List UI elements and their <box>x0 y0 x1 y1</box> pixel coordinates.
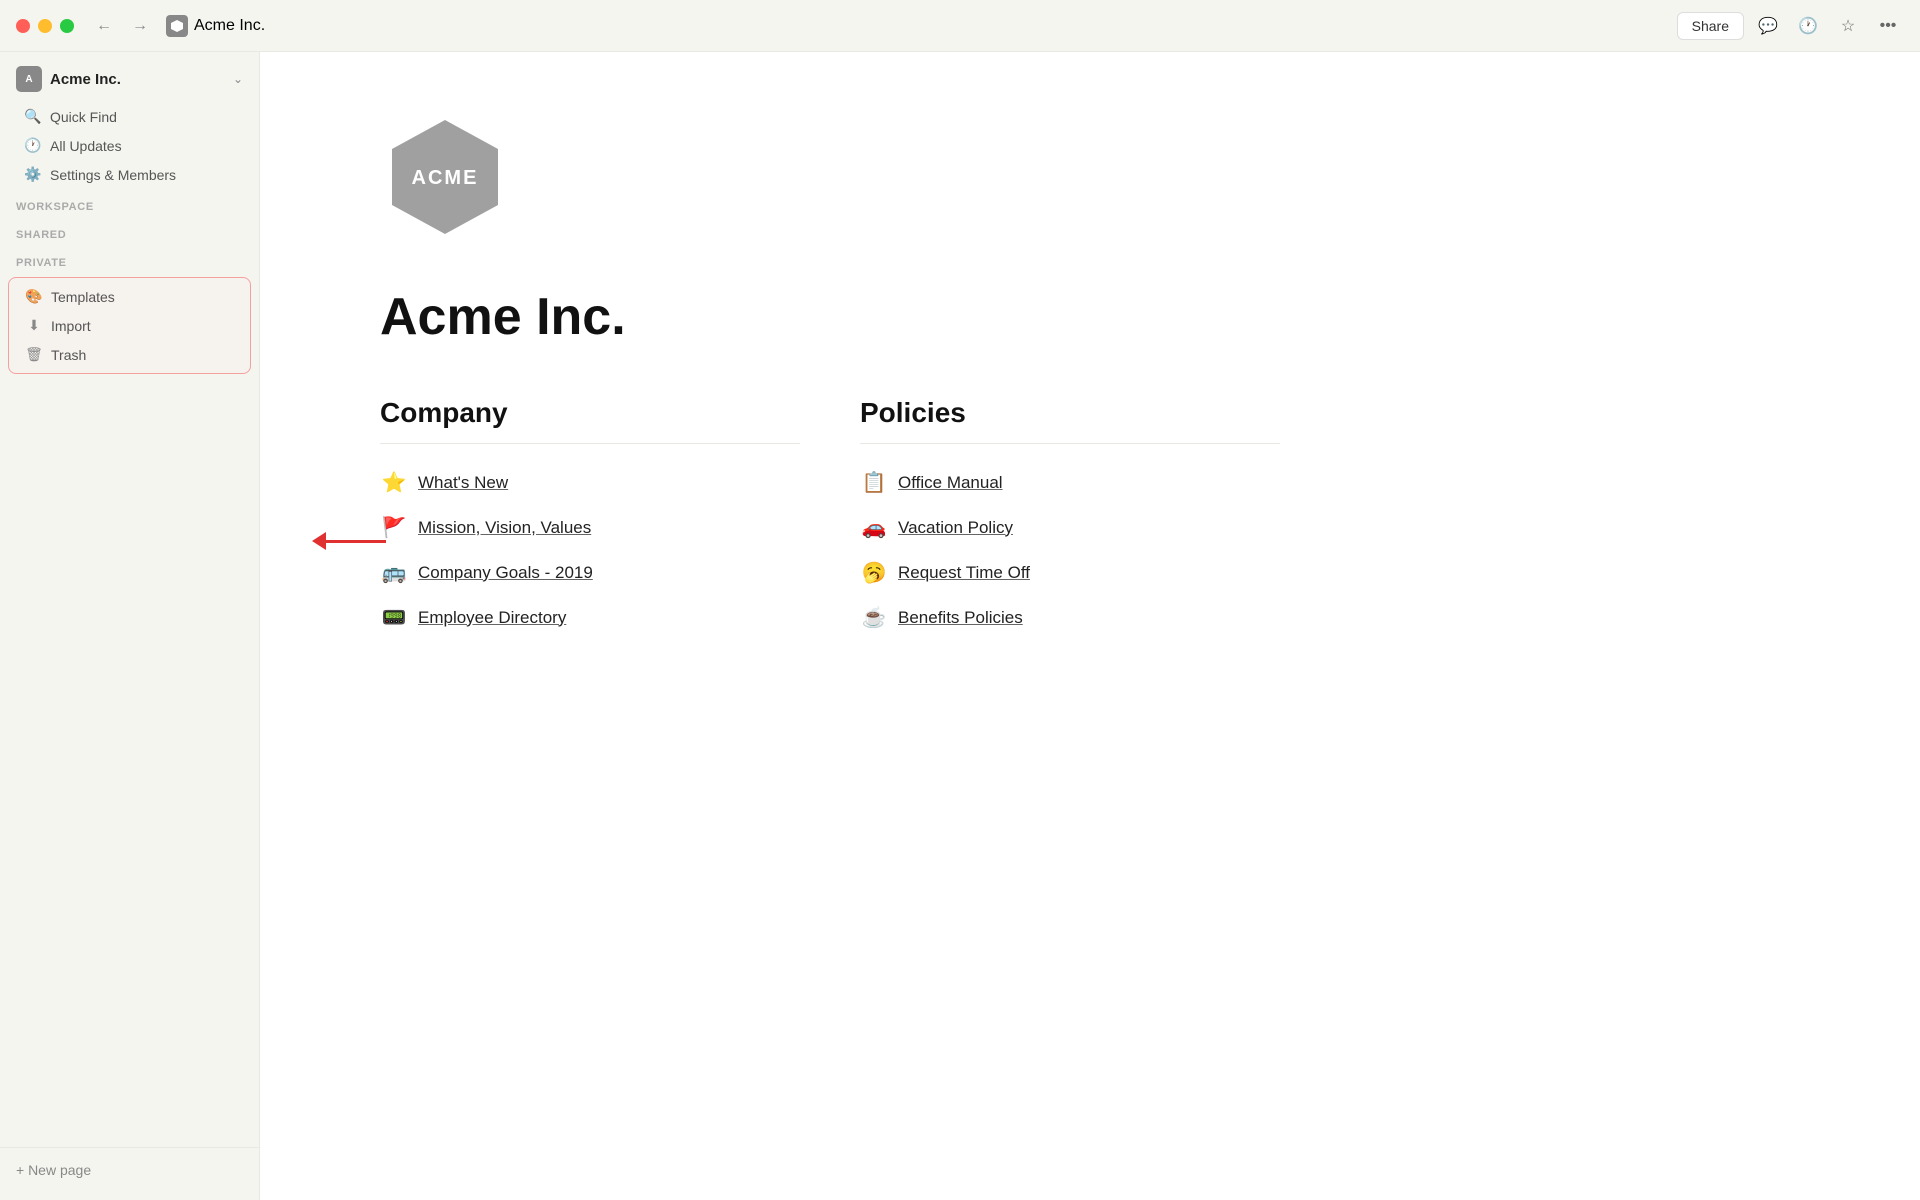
hexagon-logo: ACME <box>380 112 510 242</box>
arrow-annotation <box>312 532 386 550</box>
link-text-request-time-off: Request Time Off <box>898 563 1030 583</box>
history-icon-button[interactable]: 🕐 <box>1792 10 1824 42</box>
link-text-whats-new: What's New <box>418 473 508 493</box>
sidebar-item-settings[interactable]: ⚙️ Settings & Members <box>8 160 251 189</box>
workspace-row[interactable]: A Acme Inc. ⌄ <box>8 60 251 98</box>
chevron-down-icon: ⌄ <box>233 72 243 86</box>
link-request-time-off[interactable]: 🥱 Request Time Off <box>860 550 1280 595</box>
star-emoji: ⭐ <box>380 470 408 495</box>
sidebar-item-all-updates[interactable]: 🕐 All Updates <box>8 131 251 160</box>
sidebar-label-trash: Trash <box>51 347 86 363</box>
link-mission[interactable]: 🚩 Mission, Vision, Values <box>380 505 800 550</box>
sidebar-label-templates: Templates <box>51 289 115 305</box>
company-section-title: Company <box>380 397 800 444</box>
link-text-office-manual: Office Manual <box>898 473 1003 493</box>
pager-emoji: 📟 <box>380 605 408 630</box>
page-title: Acme Inc. <box>380 287 1800 347</box>
trash-icon: 🗑 <box>25 346 43 363</box>
sidebar: A Acme Inc. ⌄ 🔍 Quick Find 🕐 All Updates… <box>0 52 260 1200</box>
link-text-benefits-policies: Benefits Policies <box>898 608 1023 628</box>
templates-icon: 🎨 <box>25 288 43 305</box>
workspace-name: Acme Inc. <box>50 71 225 88</box>
sidebar-label-import: Import <box>51 318 91 334</box>
link-text-mission: Mission, Vision, Values <box>418 518 591 538</box>
app-body: A Acme Inc. ⌄ 🔍 Quick Find 🕐 All Updates… <box>0 52 1920 1200</box>
link-company-goals[interactable]: 🚌 Company Goals - 2019 <box>380 550 800 595</box>
import-icon: ⬇ <box>25 317 43 334</box>
arrow-head <box>312 532 326 550</box>
sidebar-highlight-box: 🎨 Templates ⬇ Import 🗑 Trash <box>8 277 251 374</box>
close-button[interactable] <box>16 19 30 33</box>
titlebar: ← → Acme Inc. Share 💬 🕐 ☆ ••• <box>0 0 1920 52</box>
company-section: Company ⭐ What's New 🚩 Mission, Vision, … <box>380 397 800 640</box>
main-content: ACME Acme Inc. Company ⭐ What's New 🚩 Mi… <box>260 52 1920 1200</box>
link-text-company-goals: Company Goals - 2019 <box>418 563 593 583</box>
private-section-label: PRIVATE <box>0 245 259 273</box>
favorite-icon-button[interactable]: ☆ <box>1832 10 1864 42</box>
sidebar-item-quick-find[interactable]: 🔍 Quick Find <box>8 102 251 131</box>
workspace-icon-logo: A <box>16 66 42 92</box>
clipboard-emoji: 📋 <box>860 470 888 495</box>
link-text-vacation-policy: Vacation Policy <box>898 518 1013 538</box>
sidebar-item-trash[interactable]: 🗑 Trash <box>9 340 250 369</box>
search-icon: 🔍 <box>24 108 42 125</box>
minimize-button[interactable] <box>38 19 52 33</box>
breadcrumb-title: Acme Inc. <box>194 17 265 35</box>
more-options-button[interactable]: ••• <box>1872 10 1904 42</box>
shared-section-label: SHARED <box>0 217 259 245</box>
car-emoji: 🚗 <box>860 515 888 540</box>
sections-grid: Company ⭐ What's New 🚩 Mission, Vision, … <box>380 397 1280 640</box>
sidebar-item-templates[interactable]: 🎨 Templates <box>9 282 250 311</box>
clock-icon: 🕐 <box>24 137 42 154</box>
sidebar-top: A Acme Inc. ⌄ <box>0 60 259 98</box>
bus-emoji: 🚌 <box>380 560 408 585</box>
sidebar-label-quick-find: Quick Find <box>50 109 117 125</box>
chat-icon-button[interactable]: 💬 <box>1752 10 1784 42</box>
sidebar-label-settings: Settings & Members <box>50 167 176 183</box>
workspace-icon <box>166 15 188 37</box>
coffee-emoji: ☕ <box>860 605 888 630</box>
header-actions: Share 💬 🕐 ☆ ••• <box>1677 10 1904 42</box>
policies-section: Policies 📋 Office Manual 🚗 Vacation Poli… <box>860 397 1280 640</box>
forward-button[interactable]: → <box>126 12 154 40</box>
acme-logo: ACME <box>380 112 1800 247</box>
new-page-button[interactable]: + New page <box>8 1156 251 1184</box>
breadcrumb: Acme Inc. <box>162 15 1669 37</box>
link-text-employee-directory: Employee Directory <box>418 608 566 628</box>
link-employee-directory[interactable]: 📟 Employee Directory <box>380 595 800 640</box>
sleepy-emoji: 🥱 <box>860 560 888 585</box>
sidebar-label-all-updates: All Updates <box>50 138 122 154</box>
policies-section-title: Policies <box>860 397 1280 444</box>
link-vacation-policy[interactable]: 🚗 Vacation Policy <box>860 505 1280 550</box>
share-button[interactable]: Share <box>1677 12 1744 40</box>
link-benefits-policies[interactable]: ☕ Benefits Policies <box>860 595 1280 640</box>
workspace-section-label: WORKSPACE <box>0 189 259 217</box>
link-whats-new[interactable]: ⭐ What's New <box>380 460 800 505</box>
traffic-lights <box>16 19 74 33</box>
svg-text:ACME: ACME <box>412 167 479 189</box>
new-page-label: + New page <box>16 1162 91 1178</box>
arrow-line <box>326 540 386 543</box>
gear-icon: ⚙️ <box>24 166 42 183</box>
fullscreen-button[interactable] <box>60 19 74 33</box>
back-button[interactable]: ← <box>90 12 118 40</box>
sidebar-item-import[interactable]: ⬇ Import <box>9 311 250 340</box>
link-office-manual[interactable]: 📋 Office Manual <box>860 460 1280 505</box>
sidebar-bottom: + New page <box>0 1147 259 1192</box>
